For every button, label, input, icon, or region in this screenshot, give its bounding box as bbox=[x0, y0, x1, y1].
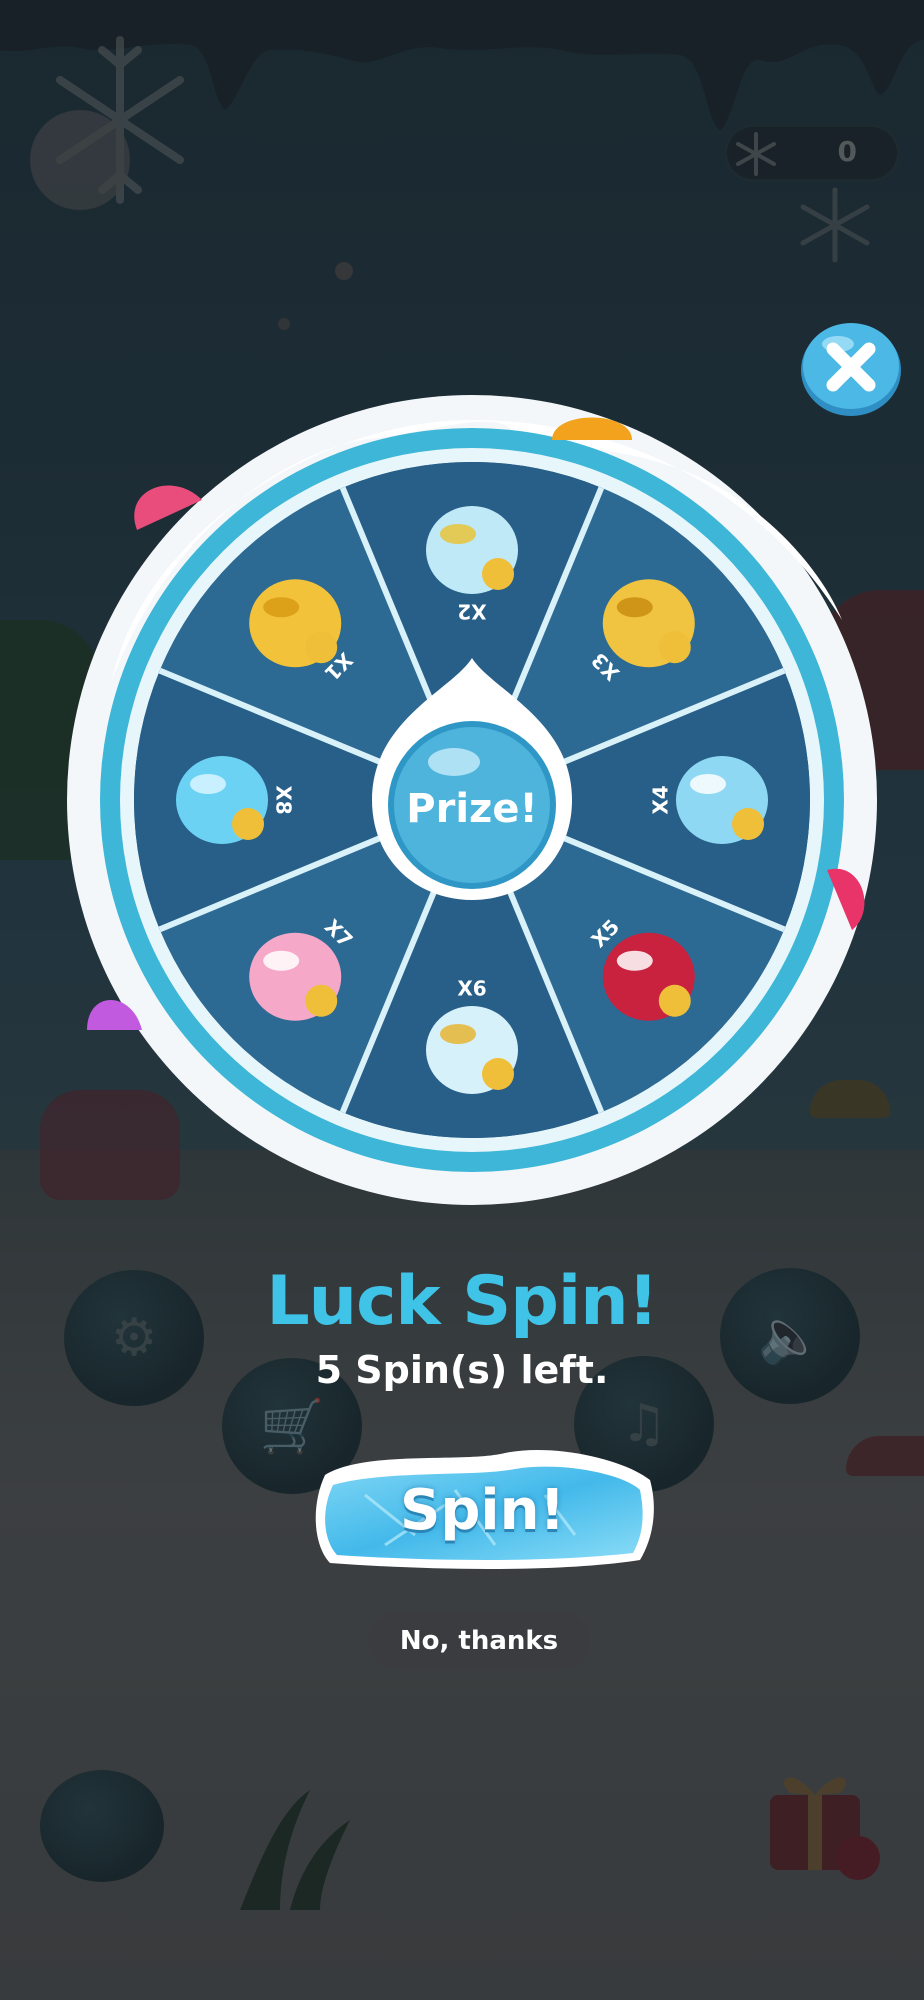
santa-sack-icon bbox=[602, 932, 695, 1021]
segment-multiplier-label: X8 bbox=[272, 785, 296, 814]
spin-button[interactable]: Spin! bbox=[305, 1435, 660, 1575]
ice-cube-coins-icon bbox=[426, 506, 518, 594]
prize-wheel[interactable]: X1 X2 X3 X4 X5 X6 X7 X8 Prize! bbox=[62, 390, 882, 1210]
segment-multiplier-label: X6 bbox=[457, 977, 486, 1001]
segment-multiplier-label: X4 bbox=[649, 785, 673, 814]
prize-center-label: Prize! bbox=[406, 786, 537, 832]
coin-stacks-icon bbox=[602, 579, 695, 668]
igloo-chest-icon bbox=[426, 1006, 518, 1094]
no-thanks-button[interactable]: No, thanks bbox=[368, 1612, 590, 1670]
spin-button-label: Spin! bbox=[399, 1477, 566, 1543]
spins-remaining: 5 Spin(s) left. bbox=[315, 1348, 609, 1392]
blue-diamond-icon bbox=[176, 756, 268, 844]
popup-title: Luck Spin! bbox=[266, 1262, 658, 1341]
pink-gem-icon bbox=[249, 932, 342, 1021]
prize-wheel-graphic: X1X2X3X4X5X6X7X8 Prize! bbox=[67, 395, 877, 1205]
ice-crystal-coins-icon bbox=[676, 756, 768, 844]
coins-pile-icon bbox=[249, 579, 342, 668]
segment-multiplier-label: X2 bbox=[457, 600, 486, 624]
